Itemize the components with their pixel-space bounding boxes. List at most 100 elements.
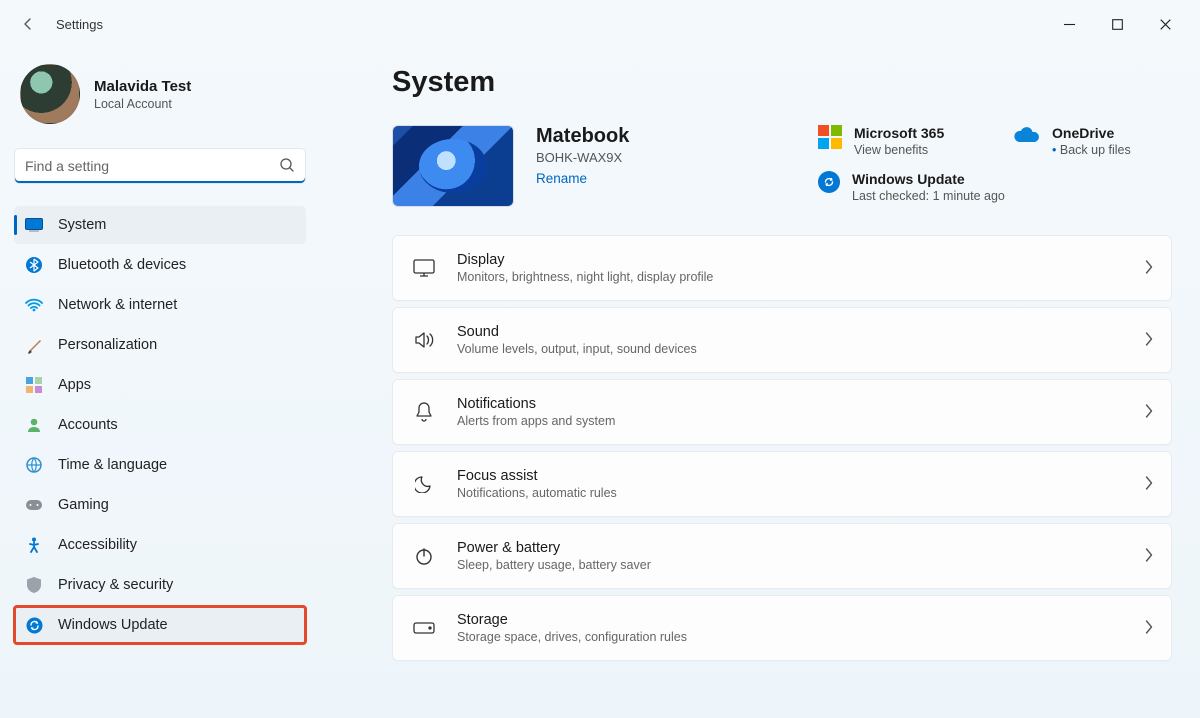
info-card-sub: Back up files <box>1052 143 1131 157</box>
info-card-windows-update[interactable]: Windows Update Last checked: 1 minute ag… <box>818 171 1172 203</box>
window-controls <box>1046 8 1188 40</box>
title-bar: Settings <box>0 0 1200 48</box>
storage-icon <box>411 615 437 641</box>
sidebar-item-label: System <box>58 217 106 233</box>
profile-name: Malavida Test <box>94 78 191 95</box>
chevron-right-icon <box>1145 620 1153 637</box>
sidebar-item-bluetooth[interactable]: Bluetooth & devices <box>14 246 306 284</box>
shield-icon <box>24 575 44 595</box>
sidebar-item-label: Windows Update <box>58 617 168 633</box>
bluetooth-icon <box>24 255 44 275</box>
setting-sub: Storage space, drives, configuration rul… <box>457 630 687 644</box>
sidebar-item-accounts[interactable]: Accounts <box>14 406 306 444</box>
device-thumbnail <box>392 125 514 207</box>
sidebar-item-time-language[interactable]: Time & language <box>14 446 306 484</box>
setting-title: Display <box>457 252 713 268</box>
window-title: Settings <box>56 17 103 32</box>
info-card-microsoft365[interactable]: Microsoft 365 View benefits <box>818 125 978 157</box>
gamepad-icon <box>24 495 44 515</box>
back-button[interactable] <box>12 8 44 40</box>
setting-sub: Alerts from apps and system <box>457 414 615 428</box>
display-icon <box>411 255 437 281</box>
close-button[interactable] <box>1142 8 1188 40</box>
page-title: System <box>392 66 1172 99</box>
sidebar: Malavida Test Local Account System Bluet… <box>0 48 320 718</box>
info-card-onedrive[interactable]: OneDrive Back up files <box>1012 125 1172 157</box>
maximize-button[interactable] <box>1094 8 1140 40</box>
update-icon <box>24 615 44 635</box>
sidebar-nav: System Bluetooth & devices Network & int… <box>14 206 306 644</box>
setting-sub: Volume levels, output, input, sound devi… <box>457 342 697 356</box>
onedrive-icon <box>1012 125 1040 143</box>
setting-title: Sound <box>457 324 697 340</box>
setting-sub: Sleep, battery usage, battery saver <box>457 558 651 572</box>
moon-icon <box>411 471 437 497</box>
settings-list: Display Monitors, brightness, night light… <box>392 235 1172 661</box>
paintbrush-icon <box>24 335 44 355</box>
search-input[interactable] <box>25 158 279 174</box>
sidebar-item-label: Network & internet <box>58 297 177 313</box>
main-content: System Matebook BOHK-WAX9X Rename Micros… <box>320 48 1200 718</box>
chevron-right-icon <box>1145 476 1153 493</box>
arrow-left-icon <box>20 16 36 32</box>
sidebar-item-personalization[interactable]: Personalization <box>14 326 306 364</box>
sound-icon <box>411 327 437 353</box>
setting-notifications[interactable]: Notifications Alerts from apps and system <box>392 379 1172 445</box>
system-icon <box>24 215 44 235</box>
sidebar-item-label: Privacy & security <box>58 577 173 593</box>
minimize-icon <box>1064 19 1075 30</box>
chevron-right-icon <box>1145 548 1153 565</box>
setting-sub: Monitors, brightness, night light, displ… <box>457 270 713 284</box>
sidebar-item-system[interactable]: System <box>14 206 306 244</box>
setting-sub: Notifications, automatic rules <box>457 486 617 500</box>
sidebar-item-apps[interactable]: Apps <box>14 366 306 404</box>
chevron-right-icon <box>1145 332 1153 349</box>
setting-power-battery[interactable]: Power & batterySleep, battery usage, bat… <box>392 523 1172 589</box>
setting-title: Notifications <box>457 396 615 412</box>
info-card-title: Microsoft 365 <box>854 125 944 141</box>
sidebar-item-label: Bluetooth & devices <box>58 257 186 273</box>
globe-icon <box>24 455 44 475</box>
person-icon <box>24 415 44 435</box>
rename-link[interactable]: Rename <box>536 171 587 186</box>
sidebar-item-network[interactable]: Network & internet <box>14 286 306 324</box>
profile-block[interactable]: Malavida Test Local Account <box>14 48 306 148</box>
sidebar-item-label: Time & language <box>58 457 167 473</box>
setting-display[interactable]: Display Monitors, brightness, night light… <box>392 235 1172 301</box>
apps-icon <box>24 375 44 395</box>
sidebar-item-label: Personalization <box>58 337 157 353</box>
device-info-row: Matebook BOHK-WAX9X Rename Microsoft 365… <box>392 125 1172 207</box>
info-card-sub: Last checked: 1 minute ago <box>852 189 1005 203</box>
search-icon <box>279 157 295 176</box>
sidebar-item-gaming[interactable]: Gaming <box>14 486 306 524</box>
accessibility-icon <box>24 535 44 555</box>
info-card-title: Windows Update <box>852 171 1005 187</box>
update-icon <box>818 171 840 193</box>
sidebar-item-label: Accounts <box>58 417 118 433</box>
setting-sound[interactable]: Sound Volume levels, output, input, sound… <box>392 307 1172 373</box>
setting-focus-assist[interactable]: Focus assistNotifications, automatic rul… <box>392 451 1172 517</box>
maximize-icon <box>1112 19 1123 30</box>
info-card-title: OneDrive <box>1052 125 1131 141</box>
wifi-icon <box>24 295 44 315</box>
profile-account-type: Local Account <box>94 97 191 111</box>
search-box[interactable] <box>14 148 306 184</box>
microsoft-logo-icon <box>818 125 842 149</box>
sidebar-item-label: Accessibility <box>58 537 137 553</box>
bell-icon <box>411 399 437 425</box>
sidebar-item-privacy[interactable]: Privacy & security <box>14 566 306 604</box>
sidebar-item-windows-update[interactable]: Windows Update <box>14 606 306 644</box>
chevron-right-icon <box>1145 260 1153 277</box>
minimize-button[interactable] <box>1046 8 1092 40</box>
avatar <box>20 64 80 124</box>
sidebar-item-label: Apps <box>58 377 91 393</box>
device-model: BOHK-WAX9X <box>536 150 629 165</box>
power-icon <box>411 543 437 569</box>
close-icon <box>1160 19 1171 30</box>
setting-title: Storage <box>457 612 687 628</box>
setting-storage[interactable]: Storage Storage space, drives, configurat… <box>392 595 1172 661</box>
chevron-right-icon <box>1145 404 1153 421</box>
sidebar-item-accessibility[interactable]: Accessibility <box>14 526 306 564</box>
device-name: Matebook <box>536 125 629 148</box>
sidebar-item-label: Gaming <box>58 497 109 513</box>
